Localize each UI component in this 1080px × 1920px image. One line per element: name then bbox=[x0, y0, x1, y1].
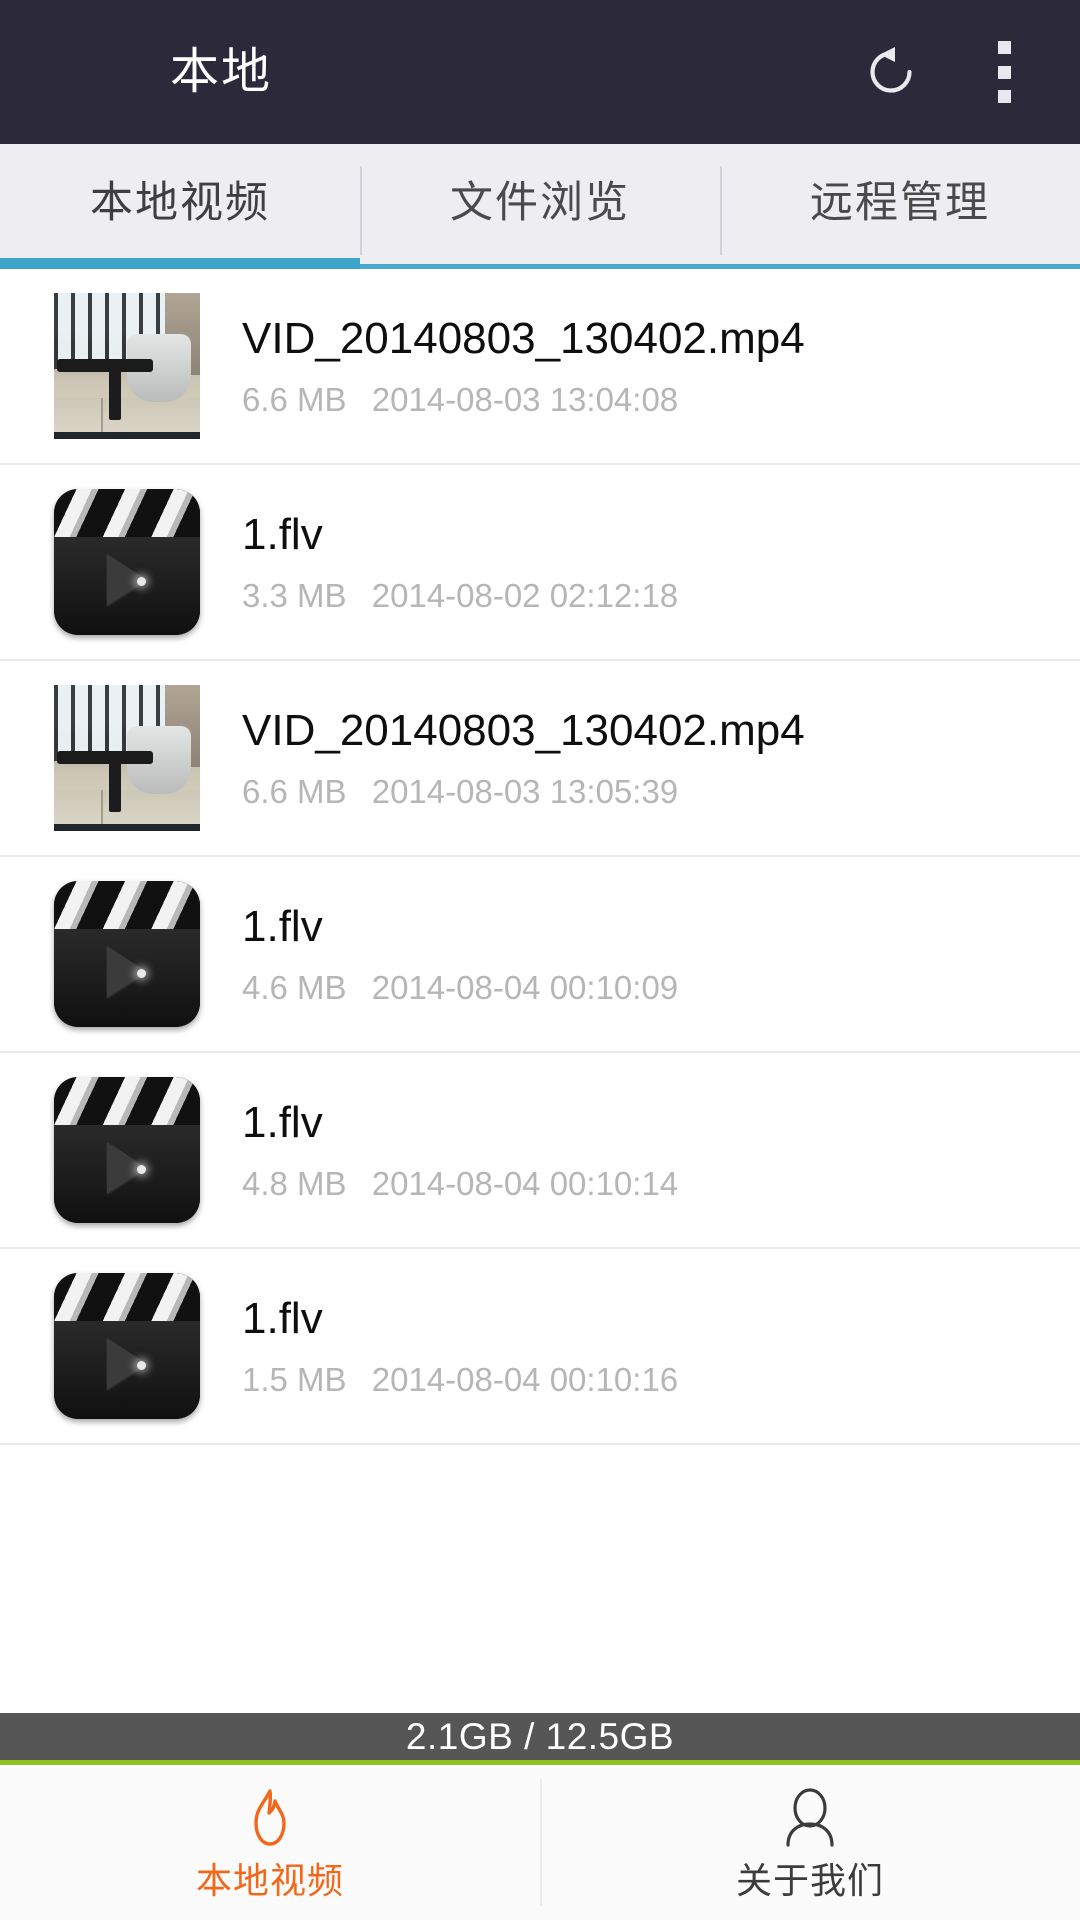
file-name: 1.flv bbox=[242, 1098, 323, 1148]
nav-label: 关于我们 bbox=[735, 1859, 884, 1901]
table-row[interactable]: 1.flv 3.3 MB 2014-08-02 02:12:18 bbox=[0, 465, 1080, 661]
table-row[interactable]: 1.flv 1.5 MB 2014-08-04 00:10:16 bbox=[0, 1249, 1080, 1445]
bottom-navigation: 本地视频 关于我们 bbox=[0, 1765, 1080, 1920]
row-text: 1.flv 1.5 MB 2014-08-04 00:10:16 bbox=[222, 1294, 1080, 1396]
file-size: 4.8 MB bbox=[242, 1164, 347, 1202]
clapperboard-icon bbox=[54, 1077, 200, 1223]
clapperboard-icon bbox=[54, 1273, 200, 1419]
file-name: VID_20140803_130402.mp4 bbox=[242, 706, 805, 756]
tab-bar: 本地视频 文件浏览 远程管理 bbox=[0, 144, 1080, 269]
file-size: 6.6 MB bbox=[242, 772, 347, 810]
file-meta: 1.5 MB 2014-08-04 00:10:16 bbox=[242, 1363, 1080, 1396]
row-text: VID_20140803_130402.mp4 6.6 MB 2014-08-0… bbox=[222, 706, 1080, 808]
file-date: 2014-08-02 02:12:18 bbox=[371, 576, 679, 614]
storage-status-bar: 2.1GB / 12.5GB bbox=[0, 1713, 1080, 1765]
nav-label: 本地视频 bbox=[195, 1859, 344, 1901]
file-name: 1.flv bbox=[242, 902, 323, 952]
video-frame-thumbnail bbox=[54, 685, 200, 831]
clapperboard-icon bbox=[54, 881, 200, 1027]
page-title: 本地 bbox=[170, 44, 273, 99]
file-meta: 6.6 MB 2014-08-03 13:05:39 bbox=[242, 775, 1080, 808]
nav-item-about-us[interactable]: 关于我们 bbox=[540, 1765, 1080, 1920]
header-actions bbox=[850, 26, 1054, 118]
nav-item-local-video[interactable]: 本地视频 bbox=[0, 1765, 540, 1920]
file-meta: 6.6 MB 2014-08-03 13:04:08 bbox=[242, 383, 1080, 416]
overflow-menu-button[interactable] bbox=[972, 26, 1054, 118]
clapperboard-icon bbox=[54, 489, 200, 635]
video-frame-thumbnail bbox=[54, 293, 200, 439]
file-name: 1.flv bbox=[242, 510, 323, 560]
table-row[interactable]: VID_20140803_130402.mp4 6.6 MB 2014-08-0… bbox=[0, 269, 1080, 465]
video-list[interactable]: VID_20140803_130402.mp4 6.6 MB 2014-08-0… bbox=[0, 269, 1080, 1713]
app-header: 本地 bbox=[0, 0, 1080, 144]
file-meta: 4.6 MB 2014-08-04 00:10:09 bbox=[242, 971, 1080, 1004]
tab-local-video[interactable]: 本地视频 bbox=[0, 144, 360, 269]
tab-file-browse[interactable]: 文件浏览 bbox=[360, 144, 720, 269]
tab-indicator bbox=[720, 264, 1080, 269]
file-size: 3.3 MB bbox=[242, 576, 347, 614]
row-text: 1.flv 4.6 MB 2014-08-04 00:10:09 bbox=[222, 902, 1080, 1004]
file-date: 2014-08-04 00:10:14 bbox=[371, 1164, 679, 1202]
file-meta: 4.8 MB 2014-08-04 00:10:14 bbox=[242, 1167, 1080, 1200]
file-date: 2014-08-03 13:04:08 bbox=[371, 380, 679, 418]
tab-indicator bbox=[0, 258, 360, 269]
tab-remote-manage[interactable]: 远程管理 bbox=[720, 144, 1080, 269]
tab-label: 本地视频 bbox=[90, 179, 270, 227]
file-date: 2014-08-04 00:10:16 bbox=[371, 1360, 679, 1398]
row-text: 1.flv 3.3 MB 2014-08-02 02:12:18 bbox=[222, 510, 1080, 612]
file-date: 2014-08-04 00:10:09 bbox=[371, 968, 679, 1006]
file-date: 2014-08-03 13:05:39 bbox=[371, 772, 679, 810]
file-size: 4.6 MB bbox=[242, 968, 347, 1006]
file-size: 6.6 MB bbox=[242, 380, 347, 418]
table-row[interactable]: 1.flv 4.6 MB 2014-08-04 00:10:09 bbox=[0, 857, 1080, 1053]
refresh-icon[interactable] bbox=[850, 26, 932, 118]
file-name: 1.flv bbox=[242, 1294, 323, 1344]
row-text: VID_20140803_130402.mp4 6.6 MB 2014-08-0… bbox=[222, 314, 1080, 416]
overflow-menu-icon bbox=[997, 41, 1011, 103]
file-meta: 3.3 MB 2014-08-02 02:12:18 bbox=[242, 579, 1080, 612]
tab-label: 远程管理 bbox=[810, 179, 990, 227]
file-name: VID_20140803_130402.mp4 bbox=[242, 314, 805, 364]
table-row[interactable]: 1.flv 4.8 MB 2014-08-04 00:10:14 bbox=[0, 1053, 1080, 1249]
tab-label: 文件浏览 bbox=[450, 179, 630, 227]
file-size: 1.5 MB bbox=[242, 1360, 347, 1398]
tab-indicator bbox=[360, 264, 720, 269]
flame-icon bbox=[242, 1787, 298, 1849]
table-row[interactable]: VID_20140803_130402.mp4 6.6 MB 2014-08-0… bbox=[0, 661, 1080, 857]
person-icon bbox=[779, 1787, 841, 1849]
row-text: 1.flv 4.8 MB 2014-08-04 00:10:14 bbox=[222, 1098, 1080, 1200]
app-root: 本地 本地视频 文件浏览 远程管理 VID_20140803_130402.mp… bbox=[0, 0, 1080, 1920]
